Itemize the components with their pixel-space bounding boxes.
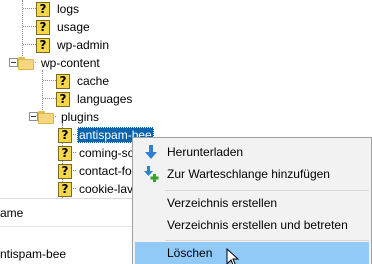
tree-item-label: contact-fo [79,164,132,178]
menu-item-delete[interactable]: Löschen [135,242,369,264]
menu-item-download[interactable]: Herunterladen [135,141,369,163]
menu-item-label: Zur Warteschlange hinzufügen [167,167,330,181]
tree-item-wp-admin[interactable]: ? wp-admin [36,36,111,54]
menu-item-add-to-queue[interactable]: Zur Warteschlange hinzufügen [135,163,369,185]
menu-item-label: Herunterladen [167,145,244,159]
tree-item-label: wp-admin [57,38,110,52]
context-menu: Herunterladen Zur Warteschlange hinzufüg… [132,137,372,264]
tree-connector-line [22,0,23,62]
unknown-file-icon: ? [56,73,70,89]
unknown-file-icon: ? [58,145,72,161]
tree-connector-line [23,8,36,9]
download-arrow-icon [145,145,157,159]
menu-separator [165,240,369,241]
tree-item-label: cookie-lav [79,182,134,196]
tree-item-label: coming-so [79,146,135,160]
unknown-file-icon: ? [58,127,72,143]
tree-item-cache[interactable]: ? cache [56,72,111,90]
column-header-divider [0,226,132,227]
tree-connector-line [23,44,36,45]
unknown-file-icon: ? [36,1,50,17]
menu-item-label: Verzeichnis erstellen [167,196,278,210]
tree-item-label: wp-content [41,56,100,70]
folder-open-icon [38,110,54,124]
tree-item-languages[interactable]: ? languages [56,90,134,108]
collapse-toggle-wp-content[interactable] [9,58,18,67]
collapse-toggle-plugins[interactable] [29,112,38,121]
menu-item-create-directory[interactable]: Verzeichnis erstellen [135,192,369,214]
tree-item-label: languages [77,92,133,106]
tree-item-label: usage [57,20,90,34]
tree-item-label: plugins [61,110,100,124]
tree-connector-line [43,80,56,81]
menu-separator [165,190,369,191]
tree-item-contact-form[interactable]: ? contact-fo [58,162,134,180]
menu-item-create-and-enter-directory[interactable]: Verzeichnis erstellen und betreten [135,214,369,236]
unknown-file-icon: ? [36,37,50,53]
tree-item-wp-content[interactable]: wp-content [18,54,102,72]
unknown-file-icon: ? [36,19,50,35]
tree-item-plugins[interactable]: plugins [38,108,101,126]
tree-item-label: cache [77,74,110,88]
unknown-file-icon: ? [58,163,72,179]
column-header-name[interactable]: ame [0,203,23,223]
tree-item-label: logs [57,2,80,16]
unknown-file-icon: ? [58,181,72,197]
folder-open-icon [18,56,34,70]
menu-item-label: Löschen [167,246,213,260]
tree-item-logs[interactable]: ? logs [36,0,81,18]
tree-connector-line [23,26,36,27]
mouse-pointer-icon [226,248,240,264]
menu-item-label: Verzeichnis erstellen und betreten [167,218,348,232]
add-to-queue-icon [144,166,159,182]
tree-item-usage[interactable]: ? usage [36,18,92,36]
tree-connector-line [43,98,56,99]
tree-item-coming-soon[interactable]: ? coming-so [58,144,136,162]
tree-item-cookie-law[interactable]: ? cookie-lav [58,180,135,198]
file-list-row[interactable]: ntispam-bee [0,245,66,263]
unknown-file-icon: ? [56,91,70,107]
